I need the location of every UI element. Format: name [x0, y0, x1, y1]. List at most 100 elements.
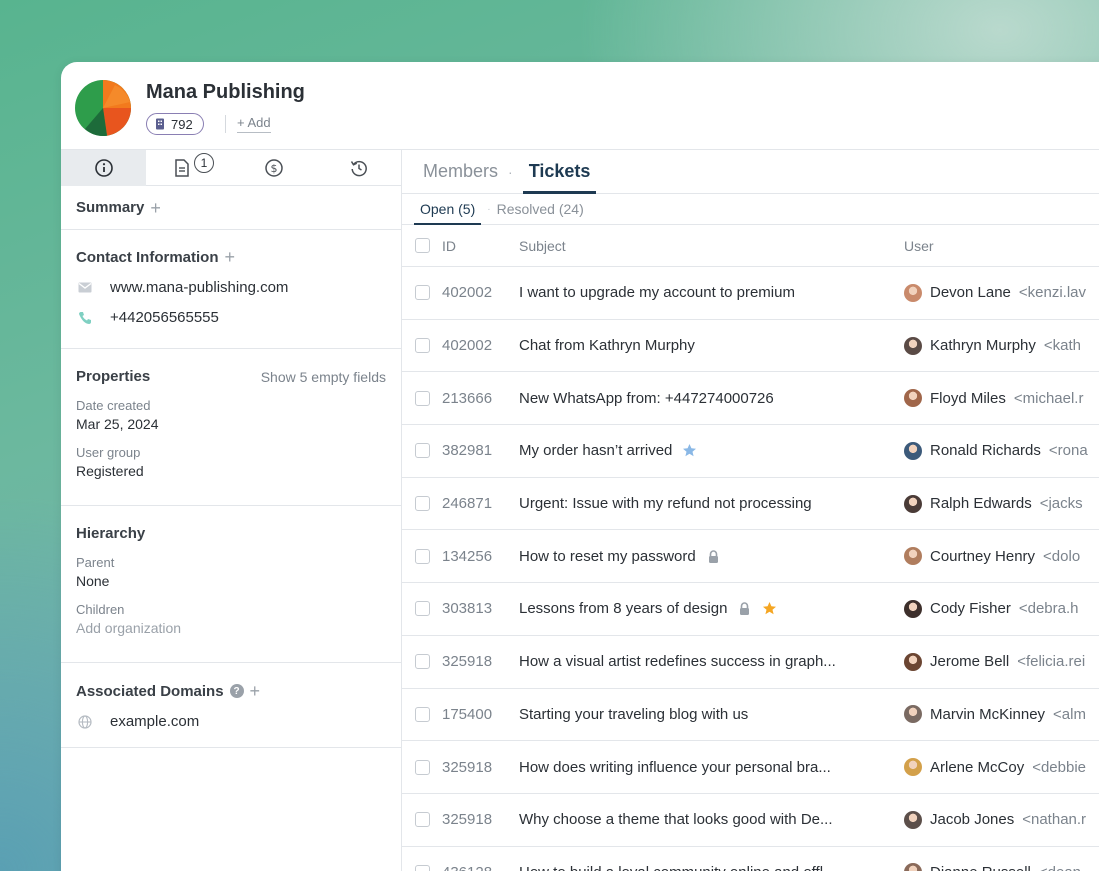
domain-row[interactable]: example.com	[76, 713, 386, 730]
add-tag-button[interactable]: + Add	[237, 115, 271, 133]
row-checkbox[interactable]	[415, 812, 430, 828]
ticket-subject-text: How to build a loyal community online an…	[519, 864, 836, 871]
star-icon[interactable]	[762, 601, 777, 616]
user-email: <felicia.rei	[1017, 653, 1086, 671]
lock-icon	[740, 602, 750, 616]
row-checkbox[interactable]	[415, 864, 430, 871]
table-row[interactable]: 402002 Chat from Kathryn Murphy Kathryn Mu…	[402, 320, 1099, 373]
ticket-subject[interactable]: Chat from Kathryn Murphy	[519, 337, 904, 354]
table-row[interactable]: 325918 How a visual artist redefines succ…	[402, 636, 1099, 689]
ticket-user[interactable]: Dianne Russell <dean	[904, 863, 1099, 871]
properties-title: Properties	[76, 368, 151, 385]
add-contact-icon[interactable]: +	[225, 248, 236, 266]
user-name: Kathryn Murphy	[930, 337, 1036, 355]
tab-documents[interactable]: 1	[146, 150, 231, 186]
ticket-subject[interactable]: Why choose a theme that looks good with …	[519, 811, 904, 828]
ticket-user[interactable]: Courtney Henry <dolo	[904, 547, 1099, 566]
ticket-user[interactable]: Ronald Richards <rona	[904, 441, 1099, 460]
table-row[interactable]: 382981 My order hasn’t arrived Ronald Rich…	[402, 425, 1099, 478]
ticket-subject[interactable]: I want to upgrade my account to premium	[519, 284, 904, 301]
ticket-subject[interactable]: Starting your traveling blog with us	[519, 706, 904, 723]
avatar	[904, 441, 922, 460]
table-row[interactable]: 303813 Lessons from 8 years of design Cody…	[402, 583, 1099, 636]
help-icon[interactable]: ?	[229, 684, 244, 698]
children-label: Children	[76, 602, 125, 617]
ticket-subject-text: Why choose a theme that looks good with …	[519, 811, 833, 829]
tab-members[interactable]: Members	[423, 150, 498, 194]
mail-icon	[78, 282, 92, 293]
add-organization-field[interactable]: Add organization	[76, 620, 386, 636]
ticket-subject-text: Starting your traveling blog with us	[519, 705, 749, 723]
ticket-subject[interactable]: Urgent: Issue with my refund not process…	[519, 495, 904, 512]
tab-billing[interactable]: $	[231, 150, 316, 186]
org-id-badge[interactable]: 792	[146, 113, 204, 135]
ticket-user[interactable]: Arlene McCoy <debbie	[904, 758, 1099, 777]
user-name: Ralph Edwards	[930, 495, 1032, 513]
ticket-subject[interactable]: Lessons from 8 years of design	[519, 600, 904, 617]
table-row[interactable]: 402002 I want to upgrade my account to pr…	[402, 267, 1099, 320]
row-checkbox[interactable]	[415, 390, 430, 406]
ticket-user[interactable]: Marvin McKinney <alm	[904, 705, 1099, 724]
ticket-user[interactable]: Floyd Miles <michael.r	[904, 389, 1099, 408]
avatar	[904, 810, 922, 829]
ticket-user[interactable]: Kathryn Murphy <kath	[904, 336, 1099, 355]
contact-phone-row[interactable]: +442056565555	[76, 309, 386, 326]
building-icon	[156, 118, 164, 130]
row-checkbox[interactable]	[415, 654, 430, 670]
row-checkbox[interactable]	[415, 443, 430, 459]
contact-website-row[interactable]: www.mana-publishing.com	[76, 279, 386, 296]
ticket-subject[interactable]: My order hasn’t arrived	[519, 442, 904, 459]
table-row[interactable]: 175400 Starting your traveling blog with …	[402, 689, 1099, 742]
ticket-user[interactable]: Devon Lane <kenzi.lav	[904, 283, 1099, 302]
ticket-id: 303813	[442, 600, 493, 618]
column-header-subject[interactable]: Subject	[519, 238, 904, 254]
row-checkbox[interactable]	[415, 759, 430, 775]
table-row[interactable]: 246871 Urgent: Issue with my refund not p…	[402, 478, 1099, 531]
row-checkbox[interactable]	[415, 285, 430, 301]
ticket-subject[interactable]: New WhatsApp from: +447274000726	[519, 390, 904, 407]
ticket-subject[interactable]: How does writing influence your personal…	[519, 759, 904, 776]
tab-open[interactable]: Open (5)	[414, 194, 482, 225]
column-header-id[interactable]: ID	[442, 238, 519, 254]
user-name: Jerome Bell	[930, 653, 1010, 671]
summary-title[interactable]: Summary +	[76, 199, 161, 217]
row-checkbox[interactable]	[415, 601, 430, 617]
table-row[interactable]: 436128How to build a loyal community onl…	[402, 847, 1099, 871]
ticket-subject[interactable]: How a visual artist redefines success in…	[519, 653, 904, 670]
row-checkbox[interactable]	[415, 706, 430, 722]
table-row[interactable]: 134256 How to reset my password Courtney H…	[402, 530, 1099, 584]
avatar	[904, 547, 922, 566]
row-checkbox[interactable]	[415, 548, 430, 564]
ticket-user[interactable]: Ralph Edwards <jacks	[904, 494, 1099, 513]
table-row[interactable]: 213666 New WhatsApp from: +447274000726 Fl…	[402, 372, 1099, 426]
divider	[225, 115, 226, 133]
tab-separator: ·	[508, 163, 513, 180]
tab-info[interactable]	[61, 150, 146, 186]
avatar	[904, 705, 922, 724]
tickets-table-body: 402002 I want to upgrade my account to pr…	[402, 267, 1099, 871]
lock-icon	[708, 550, 718, 563]
avatar	[904, 389, 922, 408]
tab-history[interactable]	[316, 150, 401, 186]
column-header-user[interactable]: User	[904, 238, 1099, 254]
user-group-value[interactable]: Registered	[76, 463, 386, 479]
star-icon[interactable]	[682, 443, 697, 458]
table-row[interactable]: 325918 Why choose a theme that looks good…	[402, 794, 1099, 847]
tab-resolved[interactable]: Resolved (24)	[497, 194, 584, 225]
row-checkbox[interactable]	[415, 338, 430, 354]
ticket-subject[interactable]: How to build a loyal community online an…	[519, 864, 904, 871]
ticket-user[interactable]: Cody Fisher <debra.h	[904, 599, 1099, 618]
ticket-subject[interactable]: How to reset my password	[519, 548, 904, 565]
ticket-user[interactable]: Jerome Bell <felicia.rei	[904, 652, 1099, 671]
add-summary-icon[interactable]: +	[150, 199, 161, 217]
ticket-user[interactable]: Jacob Jones <nathan.r	[904, 810, 1099, 829]
row-checkbox[interactable]	[415, 496, 430, 512]
tab-tickets[interactable]: Tickets	[522, 150, 597, 194]
date-created-value[interactable]: Mar 25, 2024	[76, 416, 386, 432]
table-row[interactable]: 325918 How does writing influence your pe…	[402, 741, 1099, 794]
show-empty-fields-link[interactable]: Show 5 empty fields	[261, 369, 386, 385]
add-domain-icon[interactable]: +	[250, 682, 261, 700]
parent-value[interactable]: None	[76, 573, 386, 589]
org-logo	[75, 80, 131, 136]
select-all-checkbox[interactable]	[415, 238, 430, 253]
